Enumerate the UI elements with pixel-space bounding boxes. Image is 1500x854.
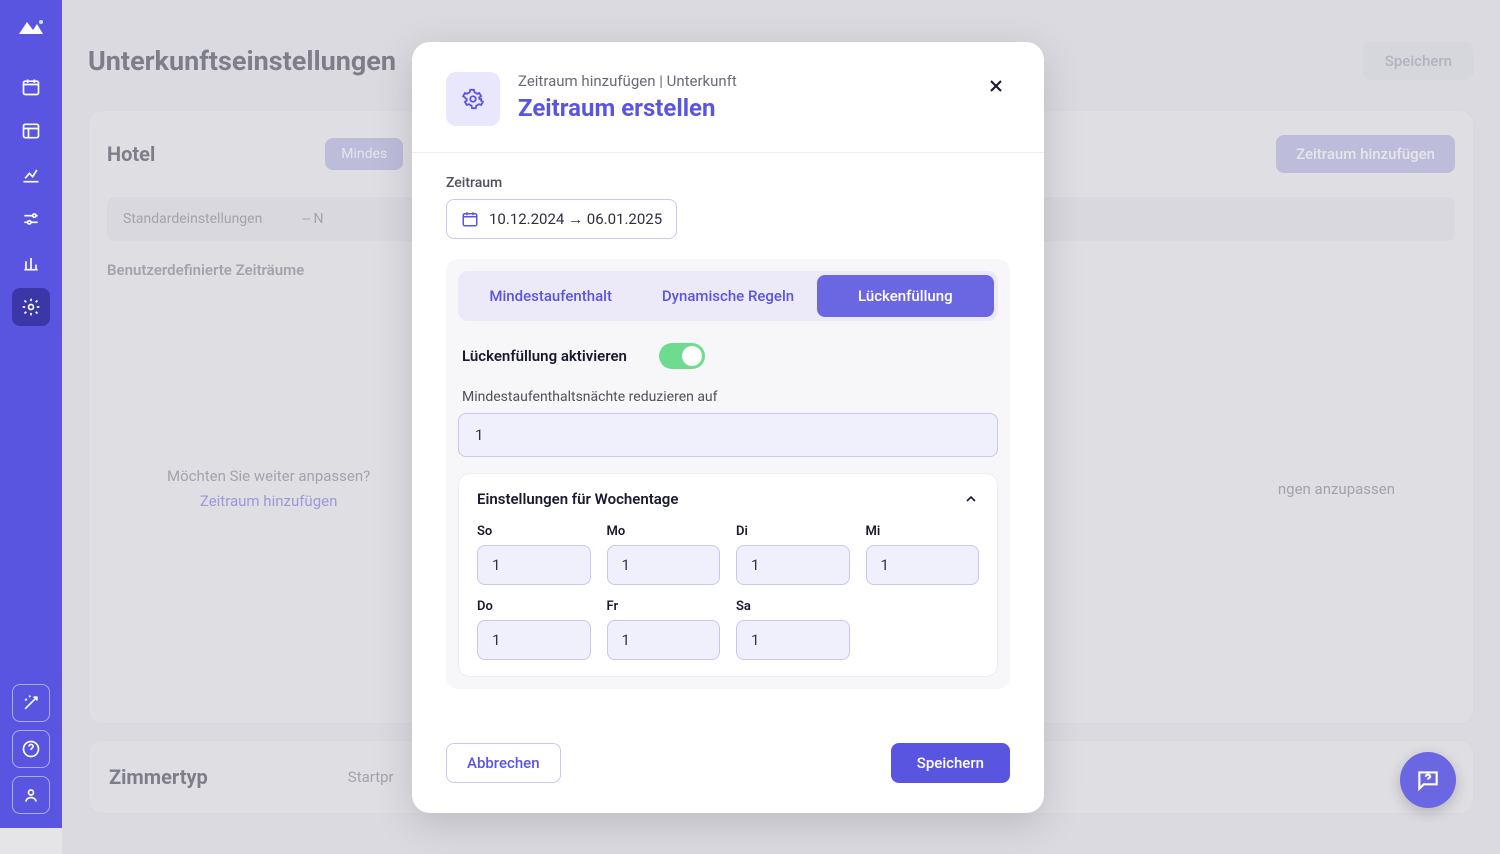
- weekday-settings-toggle[interactable]: Einstellungen für Wochentage: [477, 490, 979, 508]
- hotel-title: Hotel: [107, 142, 155, 166]
- nav-chart-icon[interactable]: [12, 156, 50, 194]
- tab-min-stay[interactable]: Mindestaufenthalt: [462, 275, 639, 317]
- nav-settings-icon[interactable]: [12, 288, 50, 326]
- defaults-value: -- N: [302, 211, 323, 227]
- weekday-label-do: Do: [477, 599, 591, 614]
- prompt-text: Möchten Sie weiter anpassen?: [167, 464, 370, 490]
- create-period-modal: Zeitraum hinzufügen | Unterkunft Zeitrau…: [412, 42, 1044, 813]
- modal-breadcrumb: Zeitraum hinzufügen | Unterkunft: [518, 72, 737, 90]
- nav-calendar-icon[interactable]: [12, 68, 50, 106]
- modal-save-button[interactable]: Speichern: [891, 743, 1010, 783]
- save-button-disabled: Speichern: [1363, 42, 1474, 80]
- defaults-label: Standardeinstellungen: [123, 211, 262, 227]
- modal-gear-icon: [446, 72, 500, 126]
- weekday-input-mo[interactable]: [607, 545, 721, 585]
- weekday-input-do[interactable]: [477, 620, 591, 660]
- chat-help-icon: [1415, 767, 1441, 793]
- nav-graph-icon[interactable]: [12, 244, 50, 282]
- weekday-label-sa: Sa: [736, 599, 850, 614]
- add-period-link[interactable]: Zeitraum hinzufügen: [167, 489, 370, 515]
- zeitraum-label: Zeitraum: [446, 175, 1010, 191]
- nav-magic-icon[interactable]: [12, 684, 50, 722]
- weekday-settings-title: Einstellungen für Wochentage: [477, 490, 678, 508]
- reduce-nights-label: Mindestaufenthaltsnächte reduzieren auf: [462, 389, 994, 405]
- weekday-input-sa[interactable]: [736, 620, 850, 660]
- date-range-input[interactable]: 10.12.2024 → 06.01.2025: [446, 199, 677, 239]
- weekday-label-mi: Mi: [866, 524, 980, 539]
- cancel-button[interactable]: Abbrechen: [446, 743, 561, 783]
- reduce-nights-input[interactable]: [458, 413, 998, 457]
- tab-dynamic-rules[interactable]: Dynamische Regeln: [639, 275, 816, 317]
- modal-close-button[interactable]: [982, 72, 1010, 106]
- weekday-input-mi[interactable]: [866, 545, 980, 585]
- nav-sliders-icon[interactable]: [12, 200, 50, 238]
- sidebar: [0, 0, 62, 828]
- weekday-input-di[interactable]: [736, 545, 850, 585]
- calendar-icon: [461, 210, 479, 228]
- add-period-button[interactable]: Zeitraum hinzufügen: [1276, 135, 1455, 173]
- help-fab[interactable]: [1400, 752, 1456, 808]
- activate-gap-fill-toggle[interactable]: [659, 343, 705, 369]
- modal-title: Zeitraum erstellen: [518, 94, 737, 122]
- weekday-label-mo: Mo: [607, 524, 721, 539]
- date-range-text: 10.12.2024 → 06.01.2025: [489, 210, 662, 228]
- page-title: Unterkunftseinstellungen: [88, 45, 396, 77]
- hotel-tab-pill[interactable]: Mindes: [325, 138, 403, 170]
- roomtype-col-label: Startpr: [348, 768, 394, 786]
- nav-table-icon[interactable]: [12, 112, 50, 150]
- weekday-input-fr[interactable]: [607, 620, 721, 660]
- weekday-grid: So Mo Di Mi Do Fr Sa: [477, 524, 979, 660]
- right-hint-text: ngen anzupassen: [1278, 480, 1395, 498]
- activate-gap-fill-label: Lückenfüllung aktivieren: [462, 347, 627, 365]
- tab-gap-fill[interactable]: Lückenfüllung: [817, 275, 994, 317]
- nav-help-icon[interactable]: [12, 730, 50, 768]
- modal-tabs: Mindestaufenthalt Dynamische Regeln Lück…: [458, 271, 998, 321]
- weekday-label-fr: Fr: [607, 599, 721, 614]
- app-logo-icon: [17, 18, 45, 36]
- weekday-label-di: Di: [736, 524, 850, 539]
- chevron-up-icon: [963, 491, 979, 507]
- roomtype-title: Zimmertyp: [109, 765, 208, 789]
- nav-user-icon[interactable]: [12, 776, 50, 814]
- weekday-label-so: So: [477, 524, 591, 539]
- weekday-input-so[interactable]: [477, 545, 591, 585]
